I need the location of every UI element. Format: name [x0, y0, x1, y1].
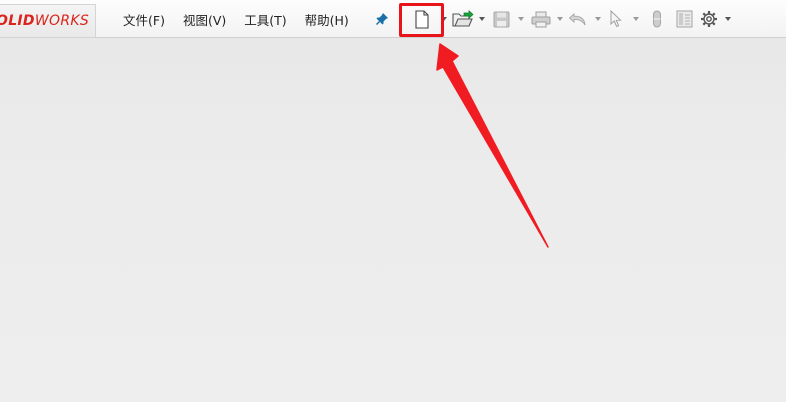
rebuild-button[interactable]	[650, 9, 664, 29]
logo-text: OLIDWORKS	[0, 13, 89, 29]
pin-menu-button[interactable]	[374, 9, 390, 29]
open-folder-icon	[452, 10, 474, 27]
open-button[interactable]	[451, 9, 475, 29]
file-properties-icon	[676, 10, 692, 28]
logo-bold-part: OLID	[0, 13, 35, 29]
logo-light-part: WORKS	[34, 13, 90, 29]
print-dropdown[interactable]	[557, 17, 563, 21]
new-document-highlight	[399, 3, 444, 37]
solidworks-logo[interactable]: OLIDWORKS	[0, 4, 96, 38]
menu-file[interactable]: 文件(F)	[120, 8, 168, 31]
menu-tools[interactable]: 工具(T)	[241, 8, 289, 31]
undo-button[interactable]	[567, 9, 589, 29]
graphics-area[interactable]	[0, 38, 786, 402]
solidworks-window: OLIDWORKS 文件(F) 视图(V) 工具(T) 帮助(H)	[0, 0, 786, 402]
undo-icon	[568, 12, 586, 26]
pin-icon	[376, 13, 388, 25]
rebuild-icon	[653, 10, 661, 28]
select-cursor-icon	[610, 10, 622, 28]
select-dropdown[interactable]	[633, 17, 639, 21]
options-gear-icon	[701, 11, 717, 27]
select-button[interactable]	[607, 9, 625, 29]
options-button[interactable]	[699, 9, 719, 29]
menu-bar: 文件(F) 视图(V) 工具(T) 帮助(H)	[120, 0, 364, 38]
print-button[interactable]	[530, 9, 552, 29]
undo-dropdown[interactable]	[595, 17, 601, 21]
title-toolbar: OLIDWORKS 文件(F) 视图(V) 工具(T) 帮助(H)	[0, 0, 786, 38]
file-properties-button[interactable]	[674, 9, 694, 29]
print-icon	[531, 11, 551, 27]
save-button[interactable]	[491, 9, 511, 29]
save-dropdown[interactable]	[518, 17, 524, 21]
menu-view[interactable]: 视图(V)	[180, 8, 229, 31]
save-icon	[493, 11, 509, 27]
menu-help[interactable]: 帮助(H)	[302, 8, 352, 31]
options-dropdown[interactable]	[725, 17, 731, 21]
open-dropdown[interactable]	[479, 17, 485, 21]
